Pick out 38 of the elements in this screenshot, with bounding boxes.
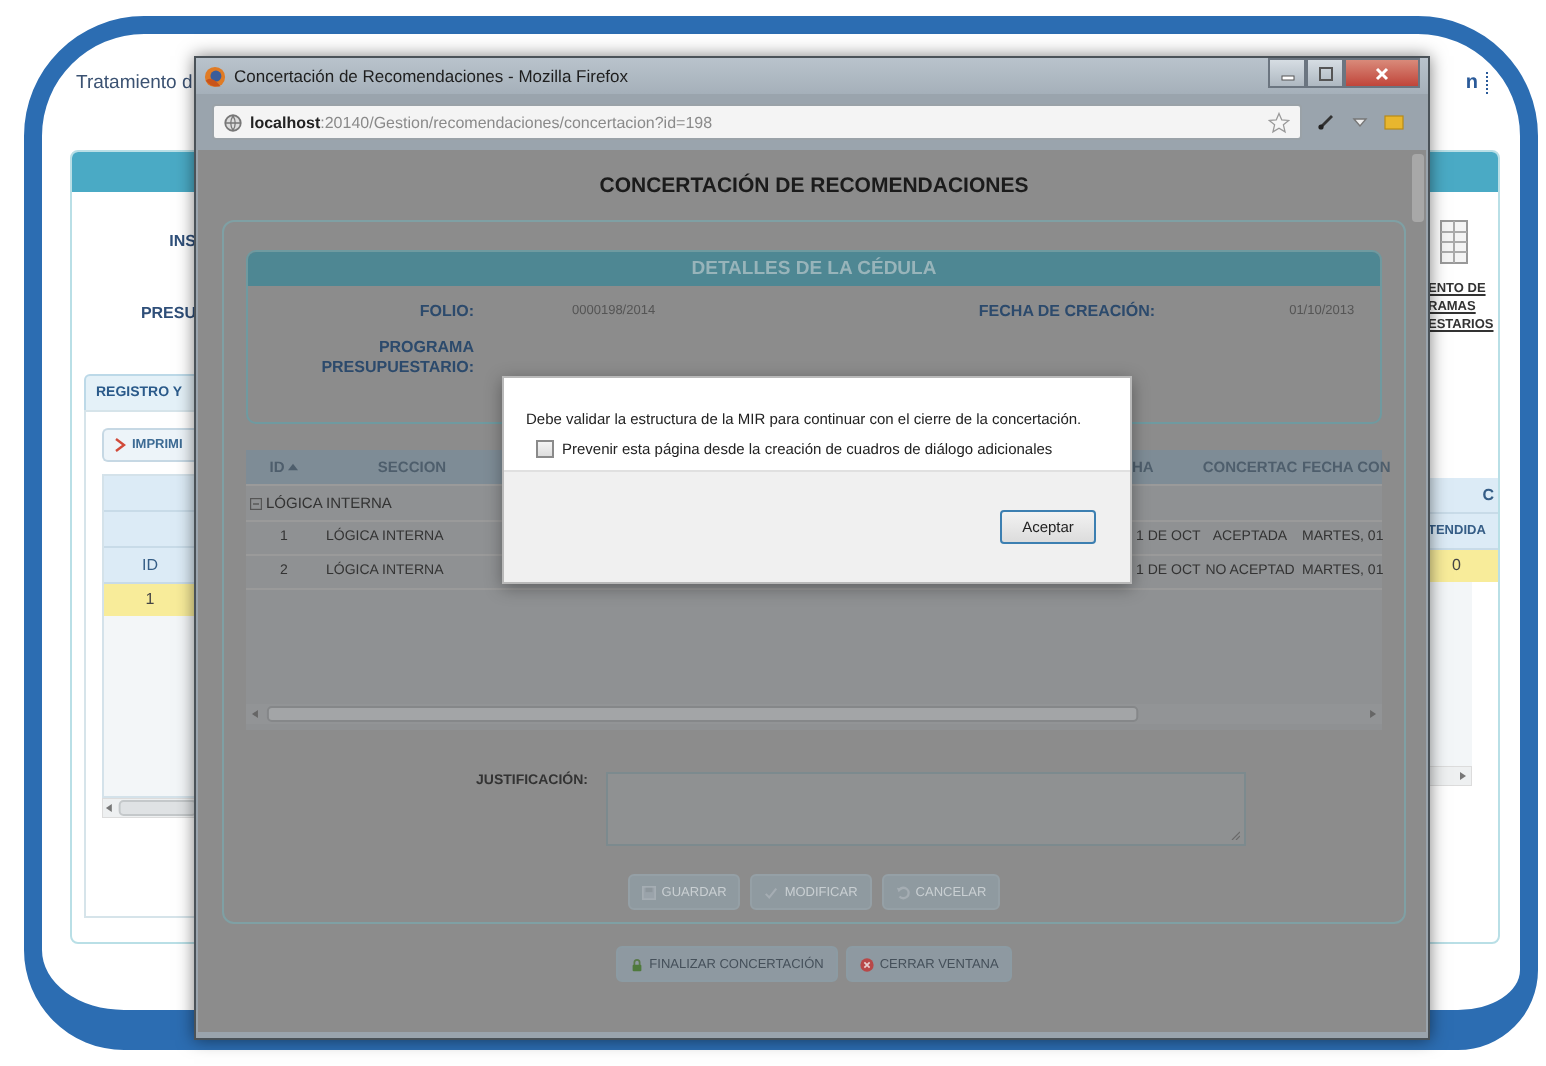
lock-icon — [629, 957, 644, 971]
globe-icon — [224, 113, 242, 131]
field-label: FOLIO: — [417, 302, 474, 320]
url-text: localhost:20140/Gestion/recomendaciones/concertacion?id=198 — [250, 113, 715, 131]
table-cell[interactable]: 0 — [1428, 550, 1498, 582]
scrollbar[interactable] — [102, 798, 196, 818]
app-icon — [204, 65, 226, 87]
field-label: PRESU — [140, 304, 196, 322]
scrollbar[interactable] — [1428, 766, 1472, 786]
page-heading: CONCERTACIÓN DE RECOMENDACIONES — [599, 171, 1029, 202]
close-icon — [1374, 65, 1390, 81]
close-icon — [859, 957, 874, 971]
pen-icon[interactable] — [1316, 112, 1336, 132]
save-icon — [641, 885, 656, 899]
resize-grip-icon[interactable] — [1230, 830, 1240, 840]
collapse-icon[interactable] — [250, 497, 262, 509]
field-label: INS — [169, 232, 196, 250]
table-icon[interactable] — [1440, 220, 1468, 264]
page-title: Tratamiento d — [76, 71, 193, 93]
address-bar[interactable]: localhost:20140/Gestion/recomendaciones/concertacion?id=198 — [212, 104, 1302, 140]
section-header: DETALLES DE LA CÉDULA — [248, 252, 1380, 286]
group-header: C — [1428, 478, 1498, 514]
caret-icon[interactable] — [1350, 112, 1370, 132]
column-header: ID — [104, 548, 196, 584]
justification-field[interactable] — [606, 772, 1246, 846]
star-icon[interactable] — [1268, 111, 1290, 133]
field-label: PROGRAMA PRESUPUESTARIO: — [319, 338, 474, 378]
maximize-icon — [1317, 65, 1333, 81]
close-button[interactable] — [1344, 58, 1420, 88]
menu-item[interactable]: n — [1465, 71, 1488, 93]
maximize-button[interactable] — [1306, 58, 1344, 88]
table-cell[interactable]: 1 — [104, 584, 196, 616]
folder-icon[interactable] — [1384, 112, 1404, 132]
checkbox[interactable] — [536, 440, 554, 458]
minimize-button[interactable] — [1268, 58, 1306, 88]
window-title: Concertación de Recomendaciones - Mozilla Firefox — [234, 66, 631, 86]
field-label: FECHA DE CREACIÓN: — [976, 302, 1156, 320]
scrollbar[interactable] — [1412, 154, 1424, 222]
